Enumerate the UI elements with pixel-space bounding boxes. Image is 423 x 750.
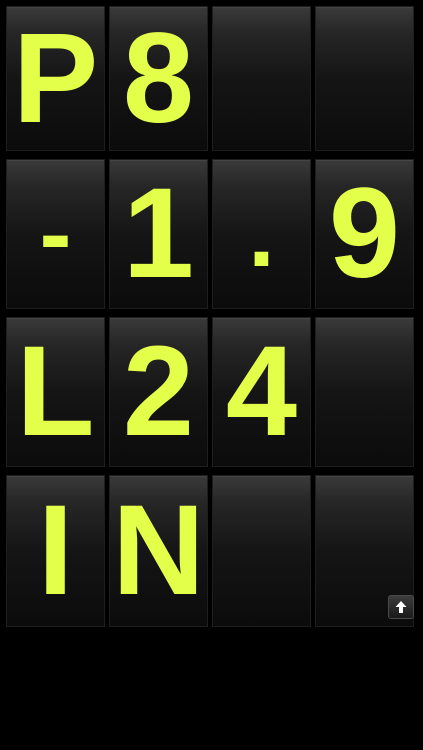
tile-character: 9 (328, 162, 401, 305)
tile: 2 (109, 317, 208, 467)
scroll-up-button[interactable] (388, 595, 414, 619)
tile: - (6, 159, 105, 309)
tile: 4 (212, 317, 311, 467)
tile: 8 (109, 6, 208, 151)
board-row-2: - 1 . 9 (6, 159, 417, 309)
tile (212, 475, 311, 627)
tile: N (109, 475, 208, 627)
board-row-4: I N (6, 475, 417, 627)
arrow-up-icon (395, 601, 407, 613)
flip-board: P 8 - 1 . 9 L 2 4 I N (6, 6, 417, 635)
tile-character: 8 (122, 6, 195, 150)
tile: L (6, 317, 105, 467)
tile-character: 2 (122, 320, 195, 463)
tile-character: L (16, 320, 95, 463)
board-row-3: L 2 4 (6, 317, 417, 467)
tile (315, 6, 414, 151)
tile: 1 (109, 159, 208, 309)
tile-character: 1 (122, 162, 195, 305)
tile: . (212, 159, 311, 309)
tile: P (6, 6, 105, 151)
tile (315, 317, 414, 467)
tile-character: P (12, 6, 99, 150)
board-row-1: P 8 (6, 6, 417, 151)
tile-character: N (112, 479, 205, 622)
tile-character: . (248, 180, 275, 287)
tile: 9 (315, 159, 414, 309)
tile (212, 6, 311, 151)
tile-character: - (39, 180, 72, 287)
tile: I (6, 475, 105, 627)
tile-character: I (37, 479, 74, 622)
tile-character: 4 (225, 320, 298, 463)
